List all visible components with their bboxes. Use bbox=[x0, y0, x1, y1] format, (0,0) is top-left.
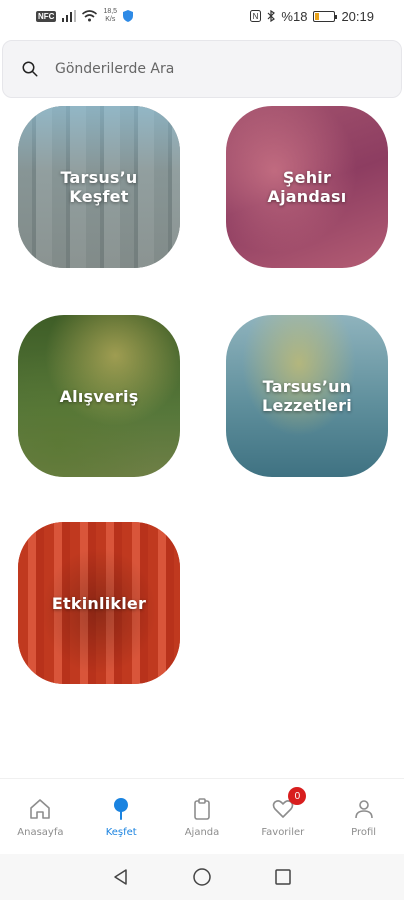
search-icon bbox=[22, 61, 38, 77]
signal-icon bbox=[62, 10, 77, 22]
nav-label: Anasayfa bbox=[17, 827, 64, 838]
bluetooth-icon bbox=[267, 10, 276, 22]
bottom-nav: Anasayfa Keşfet Ajanda 0 Favoriler Profi… bbox=[0, 778, 404, 854]
nav-label: Ajanda bbox=[184, 827, 220, 838]
nav-label: Favoriler bbox=[261, 827, 305, 838]
search-bar[interactable] bbox=[2, 40, 402, 98]
tile-label: Etkinlikler bbox=[51, 593, 147, 613]
nav-item-ajanda[interactable]: Ajanda bbox=[162, 779, 243, 854]
nav-label: Keşfet bbox=[105, 827, 137, 838]
search-input[interactable] bbox=[55, 61, 355, 77]
nav-item-profil[interactable]: Profil bbox=[323, 779, 404, 854]
tile-label: Tarsus’un Lezzetleri bbox=[262, 377, 352, 415]
status-bar: NFC 18,5 K/s N %18 20:19 bbox=[0, 0, 404, 32]
nav-item-anasayfa[interactable]: Anasayfa bbox=[0, 779, 81, 854]
pin-icon bbox=[114, 798, 129, 820]
tile-tarsus-lezzetleri[interactable]: Tarsus’un Lezzetleri bbox=[226, 315, 388, 477]
wifi-icon bbox=[82, 10, 98, 22]
shield-icon bbox=[123, 10, 134, 22]
tile-etkinlikler[interactable]: Etkinlikler bbox=[18, 522, 180, 684]
network-speed: 18,5 K/s bbox=[103, 8, 117, 24]
tile-label: Şehir Ajandası bbox=[267, 168, 347, 206]
nav-item-kesfet[interactable]: Keşfet bbox=[81, 779, 162, 854]
tile-label: Alışveriş bbox=[59, 386, 139, 406]
battery-percent: %18 bbox=[281, 8, 308, 24]
system-nav-bar bbox=[0, 854, 404, 900]
tile-tarsus-kesfet[interactable]: Tarsus’u Keşfet bbox=[18, 106, 180, 268]
home-icon bbox=[30, 799, 51, 819]
tile-label: Tarsus’u Keşfet bbox=[60, 168, 138, 206]
nfc-icon: NFC bbox=[36, 10, 57, 22]
user-icon bbox=[354, 800, 373, 819]
clipboard-icon bbox=[194, 798, 210, 820]
back-icon[interactable] bbox=[111, 867, 131, 887]
home-circle-icon[interactable] bbox=[192, 867, 212, 887]
favorites-badge: 0 bbox=[288, 787, 307, 805]
svg-text:N: N bbox=[253, 12, 259, 21]
battery-icon bbox=[313, 10, 338, 22]
recents-icon[interactable] bbox=[273, 867, 293, 887]
tile-sehir-ajandasi[interactable]: Şehir Ajandası bbox=[226, 106, 388, 268]
nav-label: Profil bbox=[351, 827, 377, 838]
nfc-status-icon: N bbox=[250, 10, 262, 22]
speed-unit: K/s bbox=[105, 16, 116, 23]
speed-value: 18,5 bbox=[103, 8, 118, 15]
clock: 20:19 bbox=[341, 8, 374, 24]
tile-alisveris[interactable]: Alışveriş bbox=[18, 315, 180, 477]
nav-item-favoriler[interactable]: 0 Favoriler bbox=[242, 779, 323, 854]
